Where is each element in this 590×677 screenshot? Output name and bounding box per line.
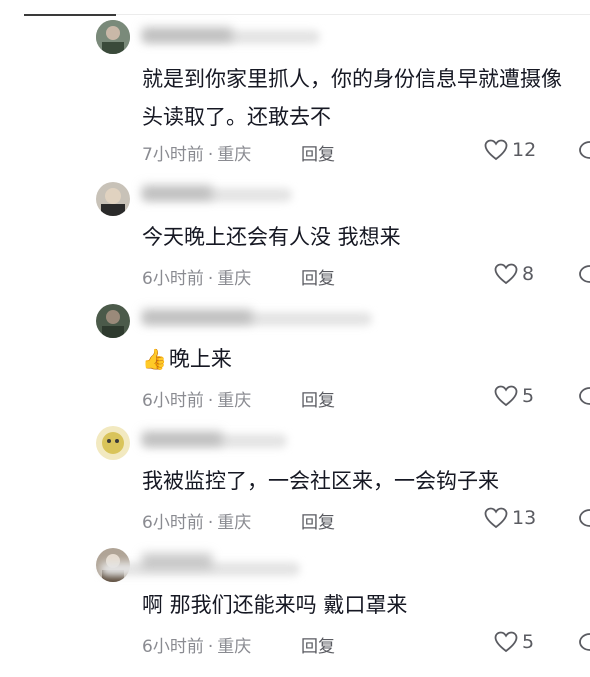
comment-item: ▒▒▒▒▒▒▒▒▒▒▒ 👍晚上来 6小时前 · 重庆 回复 5 <box>0 304 590 429</box>
comment-item: ▒▒▒▒▒▒▒▒▒ 就是到你家里抓人，你的身份信息早就遭摄像头读取了。还敢去不 … <box>0 20 590 165</box>
like-count: 13 <box>512 507 537 529</box>
reply-button[interactable]: 回复 <box>301 386 335 411</box>
comment-meta: 6小时前 · 重庆 <box>142 269 252 289</box>
like-button[interactable]: 13 <box>484 507 536 529</box>
comment-meta: 6小时前 · 重庆 <box>142 637 252 657</box>
comment-time: 7小时前 <box>142 145 204 165</box>
comment-text: 今天晚上还会有人没 我想来 <box>142 225 401 249</box>
comment-item: ▒▒▒▒▒▒▒ 今天晚上还会有人没 我想来 6小时前 · 重庆 回复 8 <box>0 182 590 307</box>
comment-text: 我被监控了，一会社区来，一会钩子来 <box>142 469 499 493</box>
reply-button[interactable]: 回复 <box>301 140 335 165</box>
reply-button[interactable]: 回复 <box>301 264 335 289</box>
username[interactable]: ▒▒▒▒▒▒▒▒ <box>142 432 222 448</box>
comment-item: ▒▒▒▒▒▒▒ 啊 那我们还能来吗 戴口罩来 6小时前 · 重庆 回复 5 <box>0 548 590 673</box>
comment-meta: 6小时前 · 重庆 <box>142 391 252 411</box>
avatar[interactable] <box>96 304 130 338</box>
heart-icon <box>484 507 508 529</box>
like-button[interactable]: 5 <box>494 385 534 407</box>
comment-location: 重庆 <box>217 637 252 657</box>
comment-item: ▒▒▒▒▒▒▒▒ 我被监控了，一会社区来，一会钩子来 6小时前 · 重庆 回复 13 <box>0 426 590 551</box>
comment-meta: 7小时前 · 重庆 <box>142 145 252 165</box>
avatar[interactable] <box>96 20 130 54</box>
comment-time: 6小时前 <box>142 269 204 289</box>
dislike-icon[interactable] <box>574 138 590 162</box>
like-button[interactable]: 5 <box>494 631 534 653</box>
reply-button[interactable]: 回复 <box>301 632 335 657</box>
dislike-icon[interactable] <box>574 506 590 530</box>
comment-location: 重庆 <box>217 269 252 289</box>
top-divider <box>0 0 590 16</box>
avatar[interactable] <box>96 182 130 216</box>
heart-icon <box>494 385 518 407</box>
like-button[interactable]: 12 <box>484 139 536 161</box>
username[interactable]: ▒▒▒▒▒▒▒▒▒▒▒ <box>142 310 252 326</box>
avatar[interactable] <box>96 426 130 460</box>
comment-time: 6小时前 <box>142 637 204 657</box>
username[interactable]: ▒▒▒▒▒▒▒▒▒ <box>142 28 232 44</box>
like-button[interactable]: 8 <box>494 263 534 285</box>
username[interactable]: ▒▒▒▒▒▒▒ <box>142 554 212 570</box>
divider-line <box>116 14 590 15</box>
comment-location: 重庆 <box>217 145 252 165</box>
comment-text: 啊 那我们还能来吗 戴口罩来 <box>142 593 408 617</box>
comment-meta: 6小时前 · 重庆 <box>142 513 252 533</box>
heart-icon <box>484 139 508 161</box>
comment-location: 重庆 <box>217 513 252 533</box>
heart-icon <box>494 631 518 653</box>
comment-location: 重庆 <box>217 391 252 411</box>
dislike-icon[interactable] <box>574 630 590 654</box>
like-count: 12 <box>512 139 537 161</box>
dislike-icon[interactable] <box>574 262 590 286</box>
comment-time: 6小时前 <box>142 513 204 533</box>
comment-text: 就是到你家里抓人，你的身份信息早就遭摄像头读取了。还敢去不 <box>142 67 562 129</box>
dislike-icon[interactable] <box>574 384 590 408</box>
like-count: 5 <box>522 385 535 407</box>
like-count: 5 <box>522 631 535 653</box>
thumbs-up-icon: 👍 <box>142 347 167 371</box>
username[interactable]: ▒▒▒▒▒▒▒ <box>142 186 212 202</box>
comment-text: 👍晚上来 <box>142 340 562 378</box>
reply-button[interactable]: 回复 <box>301 508 335 533</box>
heart-icon <box>494 263 518 285</box>
comment-time: 6小时前 <box>142 391 204 411</box>
active-tab-indicator <box>24 14 116 16</box>
comment-text-body: 晚上来 <box>168 347 232 371</box>
like-count: 8 <box>522 263 535 285</box>
